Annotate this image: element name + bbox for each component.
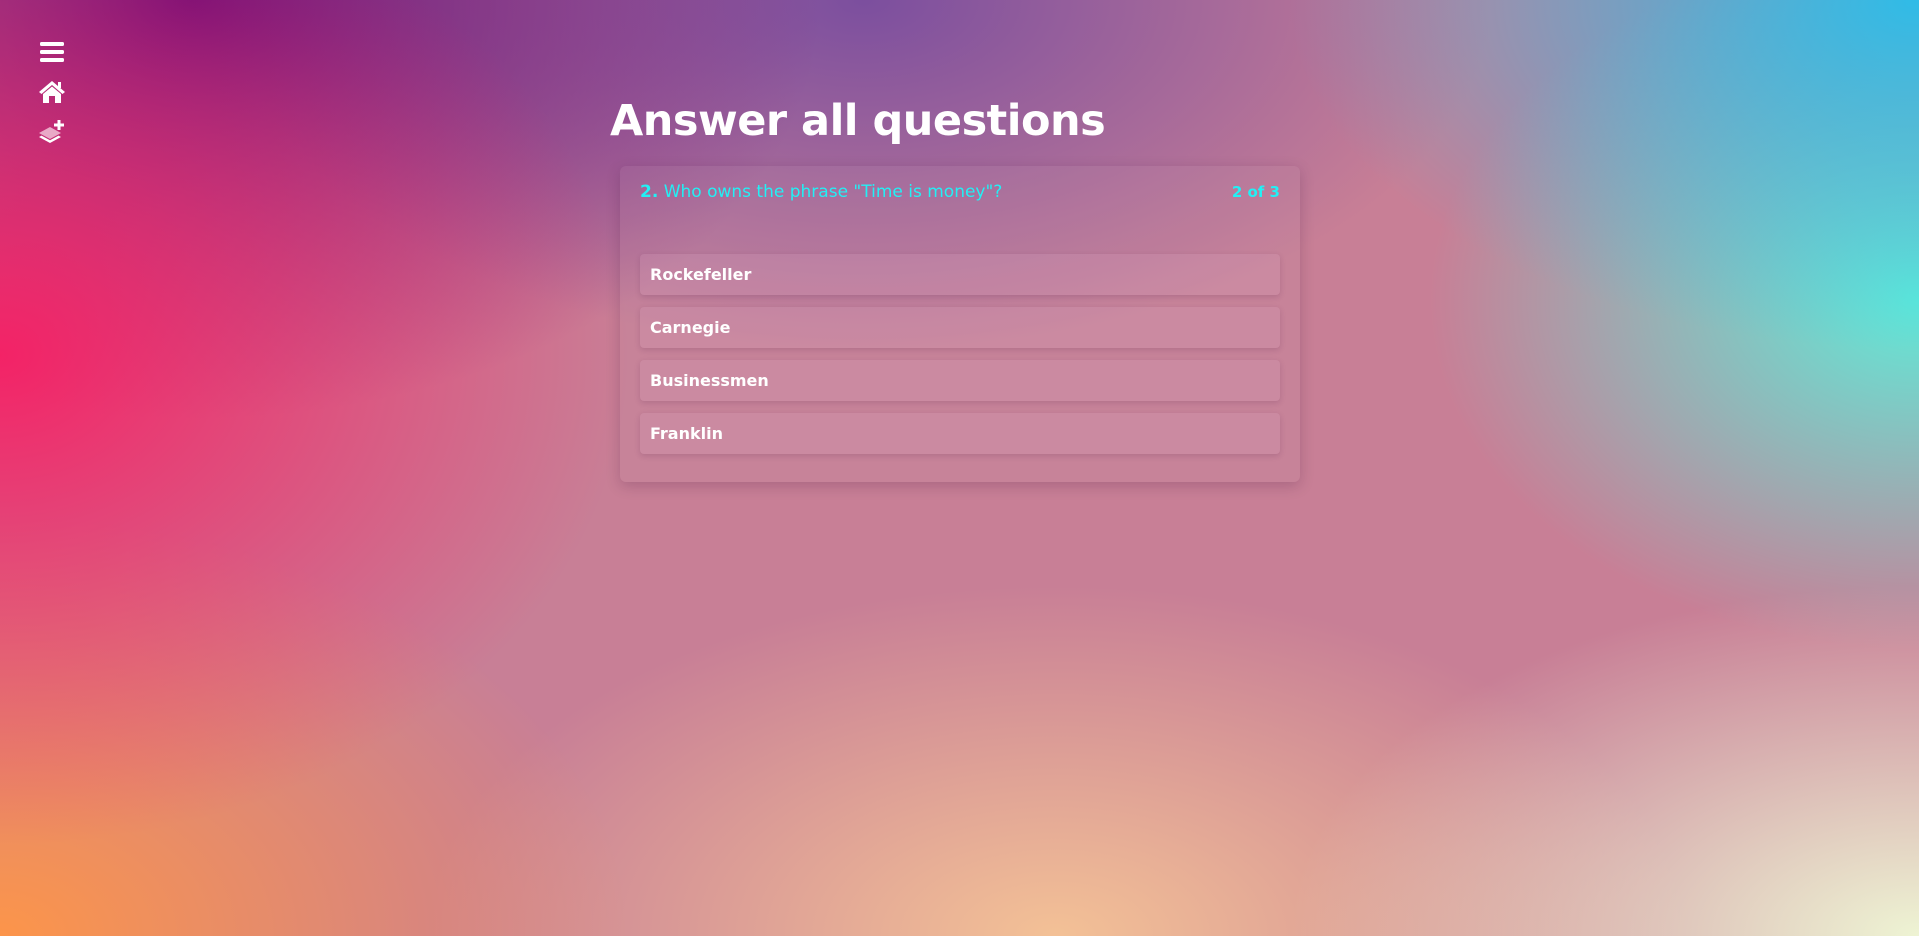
question-header: 2. Who owns the phrase "Time is money"? … (640, 182, 1280, 202)
answer-option-businessmen[interactable]: Businessmen (640, 360, 1280, 401)
question: 2. Who owns the phrase "Time is money"? (640, 182, 1002, 202)
menu-icon (40, 42, 64, 62)
page-title: Answer all questions (610, 96, 1106, 146)
answer-option-rockefeller[interactable]: Rockefeller (640, 254, 1280, 295)
answer-option-carnegie[interactable]: Carnegie (640, 307, 1280, 348)
add-layer-icon (39, 120, 64, 143)
answer-list: Rockefeller Carnegie Businessmen Frankli… (640, 254, 1280, 466)
question-progress: 2 of 3 (1231, 183, 1280, 201)
answer-label: Businessmen (650, 371, 769, 390)
answer-option-franklin[interactable]: Franklin (640, 413, 1280, 454)
side-navigation (38, 38, 68, 158)
answer-label: Carnegie (650, 318, 731, 337)
question-number: 2. (640, 182, 659, 202)
question-text: Who owns the phrase "Time is money"? (663, 182, 1003, 202)
home-icon (39, 81, 65, 103)
answer-label: Franklin (650, 424, 723, 443)
add-quiz-button[interactable] (38, 118, 66, 146)
menu-button[interactable] (38, 38, 66, 66)
home-button[interactable] (38, 78, 66, 106)
question-card: 2. Who owns the phrase "Time is money"? … (620, 166, 1300, 482)
answer-label: Rockefeller (650, 265, 752, 284)
